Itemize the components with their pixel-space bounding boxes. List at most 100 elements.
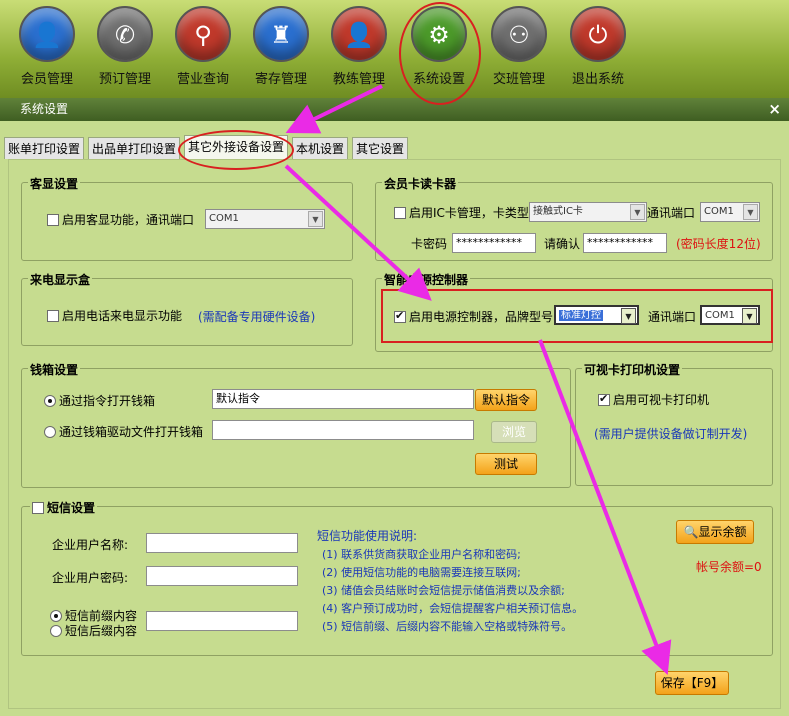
checkbox-label: 启用客显功能，通讯端口 [62, 213, 195, 227]
sms-instruction-line: (4) 客户预订成功时，会短信提醒客户相关预订信息。 [322, 602, 584, 615]
radio-label: 短信前缀内容 [65, 609, 138, 623]
window-titlebar: 系统设置 × [0, 98, 789, 121]
toolbar-reservation-button[interactable]: ✆ 预订管理 [90, 6, 160, 87]
cash-drawer-command-input[interactable]: 默认指令 [212, 389, 474, 409]
radio[interactable] [44, 426, 56, 438]
radio-label: 短信后缀内容 [65, 624, 138, 638]
handover-icon: ⚇ [491, 6, 547, 62]
group-title: 会员卡读卡器 [382, 175, 459, 192]
browse-button[interactable]: 浏览 [491, 421, 537, 443]
cash-drawer-driver-radio[interactable]: 通过钱箱驱动文件打开钱箱 [44, 423, 203, 440]
toolbar-label: 教练管理 [332, 72, 385, 87]
group-title[interactable]: 短信设置 [30, 499, 98, 516]
toolbar-label: 寄存管理 [254, 72, 307, 87]
checkbox[interactable] [47, 214, 59, 226]
group-title: 钱箱设置 [28, 361, 81, 378]
toolbar-storage-button[interactable]: ♜ 寄存管理 [246, 6, 316, 87]
sms-instruction-line: (2) 使用短信功能的电脑需要连接互联网; [322, 566, 521, 579]
tab-dish-print[interactable]: 出品单打印设置 [88, 137, 181, 159]
customer-display-port-select[interactable]: COM1 ▼ [205, 209, 325, 229]
group-title: 可视卡打印机设置 [582, 361, 683, 378]
member-icon: 👤 [19, 6, 75, 62]
radio[interactable] [50, 610, 62, 622]
tab-other-settings[interactable]: 其它设置 [352, 137, 409, 159]
tab-content: 客显设置 启用客显功能，通讯端口 COM1 ▼ 会员卡读卡器 启用IC卡管理，卡… [8, 159, 781, 709]
card-type-select[interactable]: 接触式IC卡 ▼ [529, 202, 647, 222]
coach-icon: 👤 [331, 6, 387, 62]
settings-panel: 账单打印设置 出品单打印设置 其它外接设备设置 本机设置 其它设置 客显设置 启… [0, 121, 789, 716]
select-value: COM1 [704, 206, 734, 217]
card-password-input[interactable]: ************ [452, 233, 536, 253]
card-reader-port-select[interactable]: COM1 ▼ [700, 202, 760, 222]
card-confirm-input[interactable]: ************ [583, 233, 667, 253]
checkbox-label: 启用IC卡管理，卡类型 [409, 206, 529, 220]
card-reader-checkbox[interactable]: 启用IC卡管理，卡类型 [394, 204, 529, 221]
checkbox-label: 启用可视卡打印机 [613, 393, 710, 407]
radio-label: 通过指令打开钱箱 [59, 394, 156, 408]
company-name-input[interactable] [146, 533, 298, 553]
default-command-button[interactable]: 默认指令 [475, 389, 537, 411]
toolbar-exit-button[interactable]: ⏻ 退出系统 [563, 6, 633, 87]
window-title: 系统设置 [20, 102, 69, 116]
checkbox[interactable] [598, 392, 610, 406]
company-password-input[interactable] [146, 566, 298, 586]
sms-instruction-line: (5) 短信前缀、后缀内容不能输入空格或特殊符号。 [322, 620, 573, 633]
customer-display-checkbox[interactable]: 启用客显功能，通讯端口 [47, 211, 194, 228]
settings-highlight-ellipse [399, 2, 481, 105]
toolbar-label: 预订管理 [98, 72, 151, 87]
tab-highlight-ellipse [178, 130, 294, 170]
caller-id-checkbox[interactable]: 启用电话来电显示功能 [47, 307, 182, 324]
chevron-down-icon[interactable]: ▼ [630, 204, 645, 220]
select-value: COM1 [209, 213, 239, 224]
toolbar-coach-button[interactable]: 👤 教练管理 [324, 6, 394, 87]
toolbar-label: 交班管理 [492, 72, 545, 87]
account-balance-label: 帐号余额=0 [696, 560, 762, 574]
card-reader-port-label: 通讯端口 [647, 206, 696, 220]
tab-local-settings[interactable]: 本机设置 [292, 137, 349, 159]
caller-id-group: 来电显示盒 启用电话来电显示功能 (需配备专用硬件设备) [21, 271, 353, 346]
save-button[interactable]: 保存【F9】 [655, 671, 729, 695]
radio[interactable] [44, 395, 56, 407]
checkbox[interactable] [394, 207, 406, 219]
search-icon: ⚲ [175, 6, 231, 62]
toolbar-label: 会员管理 [20, 72, 73, 87]
power-controller-highlight-rect [381, 289, 773, 343]
toolbar-handover-button[interactable]: ⚇ 交班管理 [484, 6, 554, 87]
checkbox[interactable] [47, 310, 59, 322]
company-name-label: 企业用户名称: [52, 538, 129, 552]
customer-display-group: 客显设置 启用客显功能，通讯端口 COM1 ▼ [21, 175, 353, 261]
chevron-down-icon[interactable]: ▼ [308, 211, 323, 227]
toolbar-member-button[interactable]: 👤 会员管理 [12, 6, 82, 87]
group-title: 智能电源控制器 [382, 271, 471, 288]
radio[interactable] [50, 625, 62, 637]
cash-drawer-driver-input[interactable] [212, 420, 474, 440]
test-button[interactable]: 测试 [475, 453, 537, 475]
checkbox[interactable] [32, 502, 44, 514]
chevron-down-icon[interactable]: ▼ [743, 204, 758, 220]
toolbar-label: 营业查询 [176, 72, 229, 87]
card-reader-group: 会员卡读卡器 启用IC卡管理，卡类型 接触式IC卡 ▼ 通讯端口 COM1 ▼ … [375, 175, 773, 261]
sms-title: 短信设置 [47, 501, 96, 515]
sms-affix-input[interactable] [146, 611, 298, 631]
tab-bill-print[interactable]: 账单打印设置 [4, 137, 85, 159]
show-balance-button[interactable]: 🔍显示余额 [676, 520, 754, 544]
visual-card-printer-checkbox[interactable]: 启用可视卡打印机 [598, 391, 709, 408]
toolbar-label: 退出系统 [571, 72, 624, 87]
caller-id-note: (需配备专用硬件设备) [198, 310, 316, 324]
phone-icon: ✆ [97, 6, 153, 62]
cash-drawer-command-radio[interactable]: 通过指令打开钱箱 [44, 392, 155, 409]
card-confirm-label: 请确认 [544, 237, 581, 251]
sms-instruction-line: (1) 联系供货商获取企业用户名称和密码; [322, 548, 521, 561]
visual-card-printer-note: (需用户提供设备做订制开发) [594, 427, 748, 441]
toolbar-query-button[interactable]: ⚲ 营业查询 [168, 6, 238, 87]
checkbox-label: 启用电话来电显示功能 [62, 309, 183, 323]
sms-instruction-line: (3) 储值会员结账时会短信提示储值消费以及余额; [322, 584, 565, 597]
show-balance-label: 显示余额 [698, 525, 747, 539]
sms-suffix-radio[interactable]: 短信后缀内容 [50, 622, 137, 639]
sms-group: 短信设置 企业用户名称: 企业用户密码: 短信前缀内容 短信后缀内容 短信功能使… [21, 499, 773, 656]
close-icon[interactable]: × [768, 98, 781, 121]
group-title: 来电显示盒 [28, 271, 93, 288]
cash-drawer-group: 钱箱设置 通过指令打开钱箱 默认指令 默认指令 通过钱箱驱动文件打开钱箱 浏览 … [21, 361, 571, 488]
card-password-label: 卡密码 [411, 237, 448, 251]
radio-label: 通过钱箱驱动文件打开钱箱 [59, 425, 204, 439]
